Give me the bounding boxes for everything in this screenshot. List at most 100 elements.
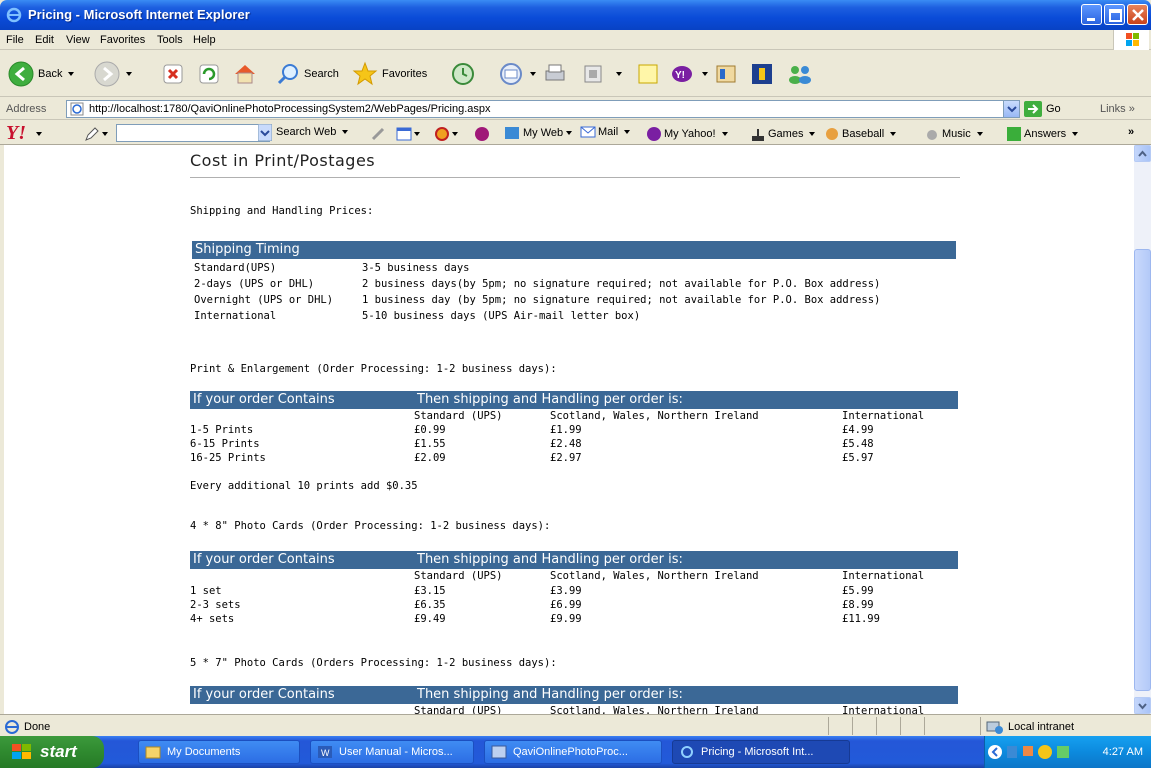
favorites-button[interactable]: Favorites <box>352 59 427 89</box>
menu-file[interactable]: File <box>6 34 24 46</box>
search-web-button[interactable]: Search Web <box>276 126 349 138</box>
table-cell: £8.99 <box>842 599 874 611</box>
task-my-documents[interactable]: My Documents <box>138 740 300 764</box>
system-tray: 4:27 AM <box>984 736 1151 768</box>
menu-help[interactable]: Help <box>193 34 216 46</box>
my-web-icon <box>505 127 519 139</box>
highlighter-icon <box>371 127 385 141</box>
table-row-label: 4+ sets <box>190 613 235 625</box>
anti-spy-button[interactable] <box>434 126 458 142</box>
mail-button[interactable] <box>498 59 536 89</box>
ie-task-icon <box>681 746 693 758</box>
research-button[interactable] <box>714 59 738 89</box>
stop-button[interactable] <box>162 59 184 89</box>
ie-page-icon <box>5 720 19 734</box>
status-text: Done <box>4 719 50 735</box>
answers-button[interactable]: Answers <box>1006 126 1079 142</box>
yahoo-pencil-button[interactable] <box>84 126 108 142</box>
yahoo-more-button[interactable]: » <box>1128 126 1134 138</box>
subheader-scotland: Scotland, Wales, Northern Ireland <box>550 570 759 582</box>
print-table-header: If your order Contains Then shipping and… <box>190 391 958 409</box>
research-icon <box>716 65 736 83</box>
timing-desc: 1 business day (by 5pm; no signature req… <box>362 294 881 306</box>
mail-button-yahoo[interactable]: Mail <box>580 126 631 138</box>
subheader-international: International <box>842 705 925 714</box>
yahoo-logo-button[interactable]: Y! <box>6 122 42 145</box>
back-arrow-icon <box>8 61 34 87</box>
scroll-down-button[interactable] <box>1134 697 1151 714</box>
baseball-icon <box>826 128 838 140</box>
discuss-button[interactable] <box>636 59 660 89</box>
status-bar: Done Local intranet <box>0 714 1151 736</box>
refresh-button[interactable] <box>198 59 220 89</box>
my-yahoo-button[interactable]: My Yahoo! <box>646 126 728 142</box>
edit-button[interactable] <box>582 59 622 89</box>
menu-favorites[interactable]: Favorites <box>100 34 145 46</box>
print-button[interactable] <box>543 59 567 89</box>
menu-tools[interactable]: Tools <box>157 34 183 46</box>
subheader-international: International <box>842 410 925 422</box>
table-cell: £9.49 <box>414 613 446 625</box>
history-button[interactable] <box>450 59 476 89</box>
games-button[interactable]: Games <box>750 126 816 142</box>
task-pricing-ie[interactable]: Pricing - Microsoft Int... <box>672 740 850 764</box>
highlight-button[interactable] <box>370 126 386 142</box>
home-button[interactable] <box>232 59 258 89</box>
mail-icon <box>500 63 522 85</box>
maximize-button[interactable] <box>1104 4 1125 25</box>
table-cell: £1.55 <box>414 438 446 450</box>
svg-text:W: W <box>321 748 330 758</box>
yahoo-search-input[interactable] <box>116 124 270 142</box>
scroll-up-button[interactable] <box>1134 145 1151 162</box>
task-visual-studio[interactable]: QaviOnlinePhotoProc... <box>484 740 662 764</box>
home-icon <box>235 65 255 84</box>
menu-edit[interactable]: Edit <box>35 34 54 46</box>
additional-prints-note: Every additional 10 prints add $0.35 <box>190 480 418 492</box>
print-section-title: Print & Enlargement (Order Processing: 1… <box>190 363 557 375</box>
address-label: Address <box>6 103 47 115</box>
back-button[interactable]: Back <box>8 59 75 89</box>
timing-name: Overnight (UPS or DHL) <box>194 294 334 306</box>
messenger-button[interactable] <box>786 59 814 89</box>
menu-bar: File Edit View Favorites Tools Help <box>0 30 1151 50</box>
vertical-scrollbar[interactable] <box>1134 145 1151 714</box>
go-button[interactable]: Go <box>1024 101 1061 117</box>
address-url: http://localhost:1780/QaviOnlinePhotoPro… <box>89 103 491 115</box>
close-button[interactable] <box>1127 4 1148 25</box>
table-cell: £3.15 <box>414 585 446 597</box>
subheader-international: International <box>842 570 925 582</box>
table-row-label: 6-15 Prints <box>190 438 260 450</box>
table-cell: £0.99 <box>414 424 446 436</box>
baseball-button[interactable]: Baseball <box>824 126 897 142</box>
page-title: Cost in Print/Postages <box>190 151 376 170</box>
yahoo-window-button[interactable] <box>396 126 420 142</box>
table-cell: £2.09 <box>414 452 446 464</box>
minimize-button[interactable] <box>1081 4 1102 25</box>
windows-logo-icon <box>1113 30 1149 50</box>
music-button[interactable]: Music <box>924 126 983 142</box>
subheader-scotland: Scotland, Wales, Northern Ireland <box>550 705 759 714</box>
security-button[interactable] <box>750 59 774 89</box>
my-web-button[interactable]: My Web <box>504 126 573 140</box>
intranet-icon <box>986 721 1003 734</box>
timing-name: International <box>194 310 277 322</box>
page-content: Cost in Print/Postages Shipping and Hand… <box>4 145 1134 714</box>
security-zone: Local intranet <box>986 719 1074 735</box>
scroll-thumb[interactable] <box>1134 249 1151 691</box>
menu-view[interactable]: View <box>66 34 90 46</box>
page-icon <box>70 102 84 116</box>
task-user-manual[interactable]: W User Manual - Micros... <box>310 740 474 764</box>
yahoo-messenger-button[interactable]: Y! <box>670 59 708 89</box>
address-dropdown-button[interactable] <box>1003 101 1019 117</box>
yahoo-radio-button[interactable] <box>474 126 490 142</box>
links-button[interactable]: Links » <box>1100 103 1135 115</box>
yahoo-search-dropdown[interactable] <box>258 124 272 141</box>
search-button[interactable]: Search <box>276 59 339 89</box>
forward-button[interactable] <box>94 59 132 89</box>
forward-arrow-icon <box>94 61 120 87</box>
address-input[interactable]: http://localhost:1780/QaviOnlinePhotoPro… <box>66 100 1020 118</box>
clock: 4:27 AM <box>1102 746 1143 758</box>
start-button[interactable]: start <box>0 736 104 768</box>
folder-icon <box>145 746 161 759</box>
ie-icon <box>6 7 22 23</box>
